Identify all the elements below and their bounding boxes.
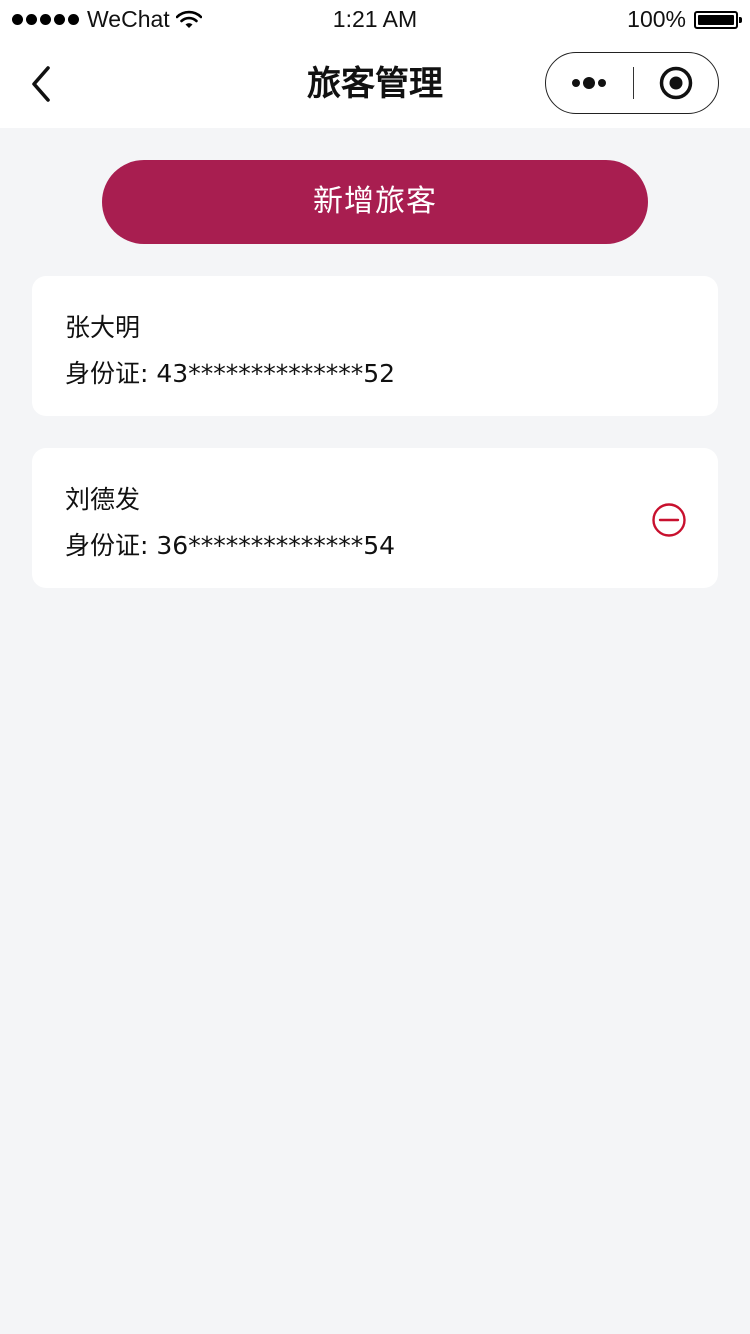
mini-program-capsule bbox=[545, 52, 719, 114]
id-label: 身份证 bbox=[65, 359, 141, 388]
close-mini-program-button[interactable] bbox=[634, 53, 718, 113]
status-right: 100% bbox=[627, 6, 742, 33]
id-separator: : bbox=[140, 531, 157, 560]
battery-icon bbox=[694, 10, 742, 29]
more-button[interactable] bbox=[546, 53, 633, 113]
traveler-id-line: 身份证: 36**************54 bbox=[65, 526, 395, 562]
battery-percent: 100% bbox=[627, 6, 686, 32]
back-button[interactable] bbox=[24, 58, 64, 110]
traveler-card[interactable]: 刘德发 身份证: 36**************54 bbox=[32, 448, 718, 588]
chevron-left-icon bbox=[32, 66, 50, 102]
more-dots-icon bbox=[571, 77, 606, 89]
minus-circle-icon bbox=[652, 503, 686, 537]
traveler-card[interactable]: 张大明 身份证: 43**************52 bbox=[32, 276, 718, 416]
traveler-id-line: 身份证: 43**************52 bbox=[65, 354, 395, 390]
id-label: 身份证 bbox=[65, 531, 141, 560]
traveler-name: 刘德发 bbox=[65, 485, 141, 514]
nav-bar: 旅客管理 bbox=[0, 40, 750, 128]
id-value: 43**************52 bbox=[156, 359, 396, 388]
target-circle-icon bbox=[659, 66, 693, 100]
status-bar: WeChat 1:21 AM 100% bbox=[0, 0, 750, 40]
remove-traveler-button[interactable] bbox=[651, 502, 687, 538]
traveler-name: 张大明 bbox=[65, 313, 141, 342]
id-value: 36**************54 bbox=[156, 531, 396, 560]
id-separator: : bbox=[140, 359, 157, 388]
add-traveler-button[interactable]: 新增旅客 bbox=[102, 160, 648, 244]
